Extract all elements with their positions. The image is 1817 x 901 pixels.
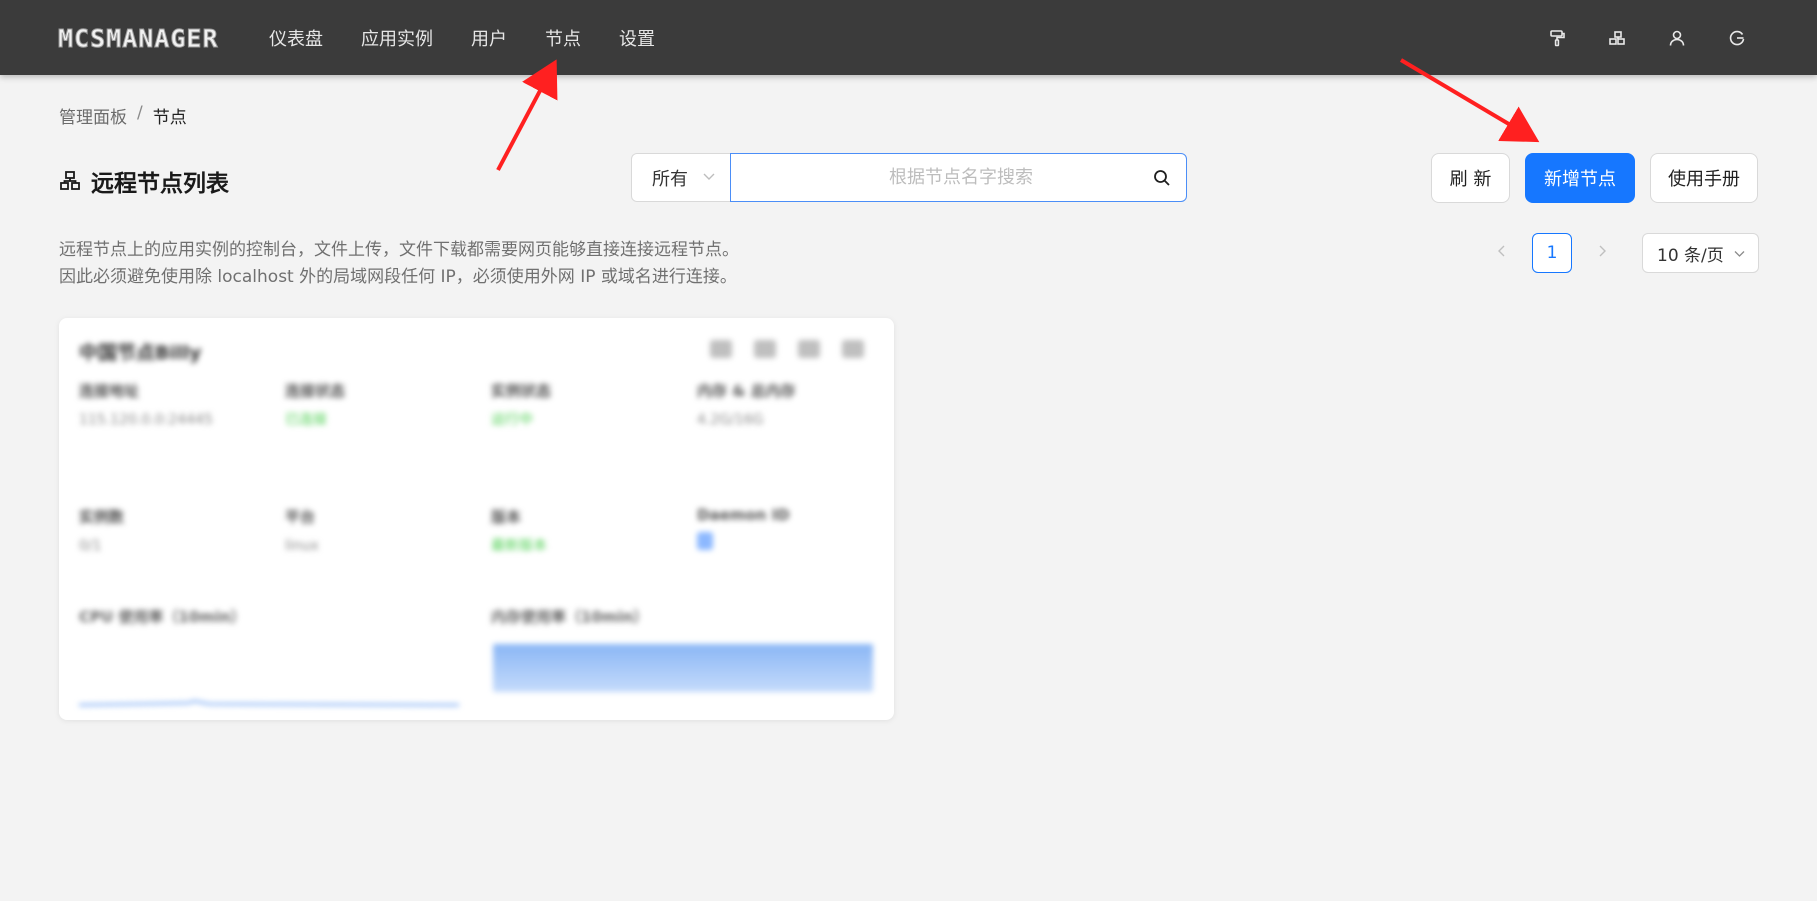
node-field-version: 版本 最新版本 bbox=[491, 506, 671, 557]
top-icon-group bbox=[1509, 26, 1749, 50]
node-action-edit-icon[interactable] bbox=[754, 340, 776, 358]
logout-icon[interactable] bbox=[1725, 26, 1749, 50]
cluster-icon bbox=[60, 171, 80, 190]
cluster-icon[interactable] bbox=[1605, 26, 1629, 50]
field-value: 已连接 bbox=[285, 412, 327, 428]
field-value bbox=[697, 532, 713, 550]
pagination-prev-icon[interactable] bbox=[1494, 243, 1510, 259]
field-key: 连接地址 bbox=[79, 382, 140, 400]
add-node-button[interactable]: 新增节点 bbox=[1525, 153, 1635, 203]
top-navigation-bar: MCSMANAGER 仪表盘 应用实例 用户 节点 设置 bbox=[0, 0, 1817, 75]
pagination-next-icon[interactable] bbox=[1594, 243, 1610, 259]
refresh-button[interactable]: 刷 新 bbox=[1431, 153, 1510, 203]
page-title-text: 远程节点列表 bbox=[91, 171, 229, 197]
node-field-daemon-id: Daemon ID bbox=[697, 506, 877, 554]
main-nav: 仪表盘 应用实例 用户 节点 设置 bbox=[269, 0, 693, 75]
breadcrumb-current: 节点 bbox=[152, 108, 187, 128]
nav-item-users[interactable]: 用户 bbox=[471, 25, 507, 51]
breadcrumb: 管理面板 / 节点 bbox=[59, 103, 187, 128]
node-card-actions bbox=[688, 340, 864, 358]
paint-roller-icon[interactable] bbox=[1545, 26, 1569, 50]
field-value: 4.2G/16G bbox=[697, 412, 764, 428]
node-status-filter-select[interactable]: 所有 bbox=[631, 153, 731, 202]
page-size-value: 10 条/页 bbox=[1657, 245, 1724, 266]
annotation-arrow-nodes bbox=[496, 59, 558, 171]
node-field-memory: 内存 & 总内存 4.2G/16G bbox=[697, 380, 877, 431]
node-field-instances: 实例数 0/1 bbox=[79, 506, 259, 557]
field-value: linux bbox=[285, 538, 319, 554]
nav-item-nodes[interactable]: 节点 bbox=[545, 25, 581, 51]
node-action-settings-icon[interactable] bbox=[798, 340, 820, 358]
breadcrumb-separator: / bbox=[137, 103, 143, 123]
chevron-down-icon bbox=[703, 173, 715, 180]
logo-text: MCSMANAGER bbox=[58, 23, 219, 53]
cpu-usage-sparkline bbox=[79, 699, 459, 706]
node-field-instance-status: 实例状态 运行中 bbox=[491, 380, 671, 431]
description-line-1: 远程节点上的应用实例的控制台，文件上传，文件下载都需要网页能够直接连接远程节点。 bbox=[59, 240, 739, 260]
memory-usage-area-chart bbox=[493, 644, 873, 692]
pagination-page-1[interactable]: 1 bbox=[1532, 233, 1572, 273]
node-card: 中国节点Billy 连接地址 115.120.0.0:24445 连接状态 已连… bbox=[59, 318, 894, 720]
memory-chart-label: 内存使用率（10min） bbox=[491, 608, 649, 626]
field-value: 115.120.0.0:24445 bbox=[79, 412, 213, 428]
node-search-box bbox=[730, 153, 1187, 202]
search-icon[interactable] bbox=[1152, 168, 1172, 188]
field-key: 实例状态 bbox=[491, 382, 552, 400]
field-key: 版本 bbox=[491, 508, 522, 526]
cpu-chart-label: CPU 使用率（10min） bbox=[79, 608, 246, 626]
node-card-title: 中国节点Billy bbox=[79, 342, 202, 364]
node-search-input[interactable] bbox=[731, 154, 1131, 201]
field-value: 运行中 bbox=[491, 412, 533, 428]
field-value: 0/1 bbox=[79, 538, 102, 554]
node-field-connection-status: 连接状态 已连接 bbox=[285, 380, 465, 431]
field-key: Daemon ID bbox=[697, 506, 790, 524]
page-title: 远程节点列表 bbox=[59, 164, 229, 198]
filter-selected-value: 所有 bbox=[652, 168, 688, 190]
mcsmanager-logo[interactable]: MCSMANAGER bbox=[58, 23, 219, 53]
nav-item-instances[interactable]: 应用实例 bbox=[361, 25, 433, 51]
field-value: 最新版本 bbox=[491, 538, 547, 554]
field-key: 内存 & 总内存 bbox=[697, 382, 796, 400]
field-key: 连接状态 bbox=[285, 382, 346, 400]
node-field-platform: 平台 linux bbox=[285, 506, 465, 557]
breadcrumb-parent[interactable]: 管理面板 bbox=[59, 103, 127, 128]
field-key: 实例数 bbox=[79, 508, 125, 526]
description-line-2: 因此必须避免使用除 localhost 外的局域网段任何 IP，必须使用外网 I… bbox=[59, 267, 737, 287]
nav-item-dashboard[interactable]: 仪表盘 bbox=[269, 25, 323, 51]
node-action-terminal-icon[interactable] bbox=[710, 340, 732, 358]
user-manual-button[interactable]: 使用手册 bbox=[1650, 153, 1758, 203]
nav-item-settings[interactable]: 设置 bbox=[619, 25, 655, 51]
node-action-delete-icon[interactable] bbox=[842, 340, 864, 358]
chevron-down-icon bbox=[1734, 251, 1745, 257]
node-field-address: 连接地址 115.120.0.0:24445 bbox=[79, 380, 259, 431]
page-size-select[interactable]: 10 条/页 bbox=[1642, 233, 1759, 273]
user-icon[interactable] bbox=[1665, 26, 1689, 50]
node-description: 远程节点上的应用实例的控制台，文件上传，文件下载都需要网页能够直接连接远程节点。… bbox=[59, 237, 739, 291]
field-key: 平台 bbox=[285, 508, 316, 526]
